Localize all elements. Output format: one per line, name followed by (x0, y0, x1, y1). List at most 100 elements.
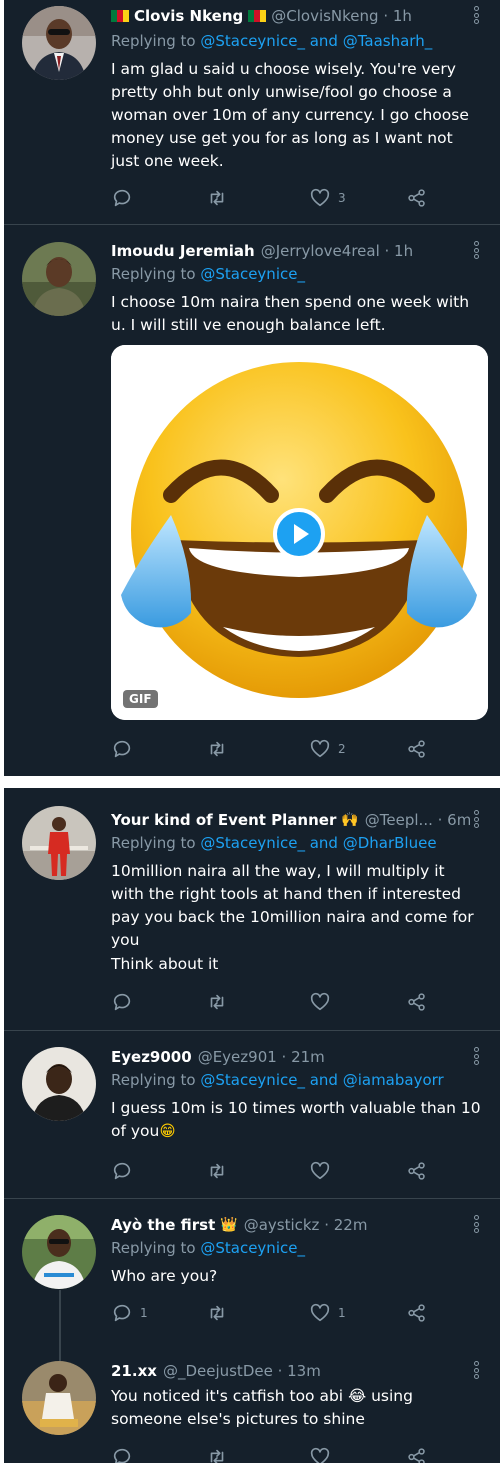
handle-time[interactable]: @Teepl... · 6m (365, 811, 470, 829)
retweet-icon (210, 1305, 224, 1321)
heart-icon (310, 992, 330, 1011)
avatar[interactable] (22, 1047, 96, 1121)
more-options-icon[interactable] (474, 241, 480, 261)
reply-icon (113, 1448, 131, 1463)
handle-time[interactable]: @aystickz · 22m (244, 1216, 368, 1234)
replying-prefix: Replying to (111, 1071, 196, 1089)
share-icon (408, 189, 425, 207)
tweet-actions (111, 1160, 441, 1182)
more-options-icon[interactable] (474, 1047, 480, 1067)
heart-icon (310, 739, 330, 758)
retweet-button[interactable] (206, 1446, 235, 1463)
like-count: 2 (338, 742, 346, 756)
tweet-ayo[interactable]: Ayò the first 👑 @aystickz · 22m Replying… (4, 1199, 500, 1341)
avatar[interactable] (22, 242, 96, 316)
tweet-header: Your kind of Event Planner 🙌 @Teepl... ·… (111, 808, 470, 832)
play-icon (294, 524, 309, 544)
display-name[interactable]: Clovis Nkeng (134, 7, 243, 25)
share-icon (408, 993, 425, 1011)
reply-button[interactable] (111, 1160, 140, 1182)
tweet-text: 10million naira all the way, I will mult… (111, 862, 474, 949)
avatar[interactable] (22, 1215, 96, 1289)
like-button[interactable]: 3 (309, 187, 346, 209)
replying-to-link[interactable]: @Staceynice_ and @iamabayorr (200, 1071, 443, 1089)
more-options-icon[interactable] (474, 6, 480, 26)
tweet-eyez[interactable]: Eyez9000 @Eyez901 · 21m Replying to @Sta… (4, 1031, 500, 1197)
tweet-text-wrap: I guess 10m is 10 times worth valuable t… (111, 1097, 482, 1143)
replying-prefix: Replying to (111, 834, 196, 852)
reply-button[interactable] (111, 991, 140, 1013)
display-name[interactable]: Ayò the first (111, 1216, 215, 1234)
play-button[interactable] (273, 508, 325, 560)
like-button[interactable]: 1 (309, 1302, 346, 1324)
replying-to: Replying to @Staceynice_ (111, 1239, 480, 1257)
reply-button[interactable] (111, 1446, 140, 1463)
gif-media[interactable]: GIF (111, 345, 488, 720)
handle-time[interactable]: @_DeejustDee · 13m (163, 1362, 321, 1380)
retweet-button[interactable] (206, 1302, 235, 1324)
tweet-text: I choose 10m naira then spend one week w… (111, 293, 470, 334)
more-options-icon[interactable] (474, 1361, 480, 1381)
replying-prefix: Replying to (111, 32, 196, 50)
heart-icon (310, 1447, 330, 1463)
like-button[interactable] (309, 1446, 338, 1463)
retweet-button[interactable] (206, 738, 235, 760)
replying-to-link[interactable]: @Staceynice_ (200, 1239, 305, 1257)
replying-to-link[interactable]: @Staceynice_ and @DharBluee (200, 834, 436, 852)
like-count: 3 (338, 191, 346, 205)
more-options-icon[interactable] (474, 810, 480, 830)
retweet-button[interactable] (206, 991, 235, 1013)
avatar[interactable] (22, 1361, 96, 1435)
reply-button[interactable] (111, 187, 140, 209)
share-button[interactable] (406, 991, 428, 1013)
tweet-imoudu[interactable]: Imoudu Jeremiah @Jerrylove4real · 1h Rep… (4, 225, 500, 776)
tweet-clovis[interactable]: Clovis Nkeng @ClovisNkeng · 1h Replying … (4, 0, 500, 224)
share-button[interactable] (406, 1446, 428, 1463)
share-button[interactable] (406, 1160, 428, 1182)
tweet-header: Imoudu Jeremiah @Jerrylove4real · 1h (111, 239, 470, 263)
reply-icon (113, 189, 131, 207)
share-button[interactable] (406, 187, 428, 209)
replying-prefix: Replying to (111, 265, 196, 283)
replying-to-link[interactable]: @Staceynice_ (200, 265, 305, 283)
display-name[interactable]: Your kind of Event Planner (111, 811, 336, 829)
tweet-header: Ayò the first 👑 @aystickz · 22m (111, 1213, 470, 1237)
like-button[interactable] (309, 991, 338, 1013)
like-button[interactable]: 2 (309, 738, 346, 760)
cameroon-flag-icon (248, 10, 267, 22)
display-name[interactable]: Imoudu Jeremiah (111, 242, 255, 260)
replying-prefix: Replying to (111, 1239, 196, 1257)
tweet-actions (111, 991, 441, 1013)
share-button[interactable] (406, 738, 428, 760)
display-name[interactable]: Eyez9000 (111, 1048, 192, 1066)
like-button[interactable] (309, 1160, 338, 1182)
tweet-header: 21.xx @_DeejustDee · 13m (111, 1359, 470, 1383)
handle-time[interactable]: @Eyez901 · 21m (198, 1048, 325, 1066)
share-button[interactable] (406, 1302, 428, 1324)
replying-to-link[interactable]: @Staceynice_ and @Taasharh_ (200, 32, 432, 50)
retweet-icon (210, 1163, 224, 1179)
screenshot-panel-1: Clovis Nkeng @ClovisNkeng · 1h Replying … (4, 0, 500, 776)
share-icon (408, 740, 425, 758)
handle-time[interactable]: @ClovisNkeng · 1h (271, 7, 412, 25)
handle-time[interactable]: @Jerrylove4real · 1h (261, 242, 413, 260)
tweet-21xx[interactable]: 21.xx @_DeejustDee · 13m You noticed it'… (4, 1353, 500, 1463)
reply-button[interactable]: 1 (111, 1302, 148, 1324)
tweet-text-extra: Think about it (111, 955, 219, 973)
share-icon (408, 1162, 425, 1180)
more-options-icon[interactable] (474, 1215, 480, 1235)
tweet-actions: 2 (111, 738, 441, 760)
replying-to: Replying to @Staceynice_ and @iamabayorr (111, 1071, 480, 1089)
tweet-event-planner[interactable]: Your kind of Event Planner 🙌 @Teepl... ·… (4, 788, 500, 1011)
replying-to: Replying to @Staceynice_ (111, 265, 480, 283)
display-name[interactable]: 21.xx (111, 1362, 157, 1380)
reply-icon (113, 993, 131, 1011)
retweet-button[interactable] (206, 1160, 235, 1182)
avatar[interactable] (22, 806, 96, 880)
tweet-header: Eyez9000 @Eyez901 · 21m (111, 1045, 470, 1069)
retweet-button[interactable] (206, 187, 235, 209)
reply-button[interactable] (111, 738, 140, 760)
avatar[interactable] (22, 6, 96, 80)
retweet-icon (210, 1449, 224, 1463)
crown-emoji: 👑 (220, 1217, 238, 1233)
